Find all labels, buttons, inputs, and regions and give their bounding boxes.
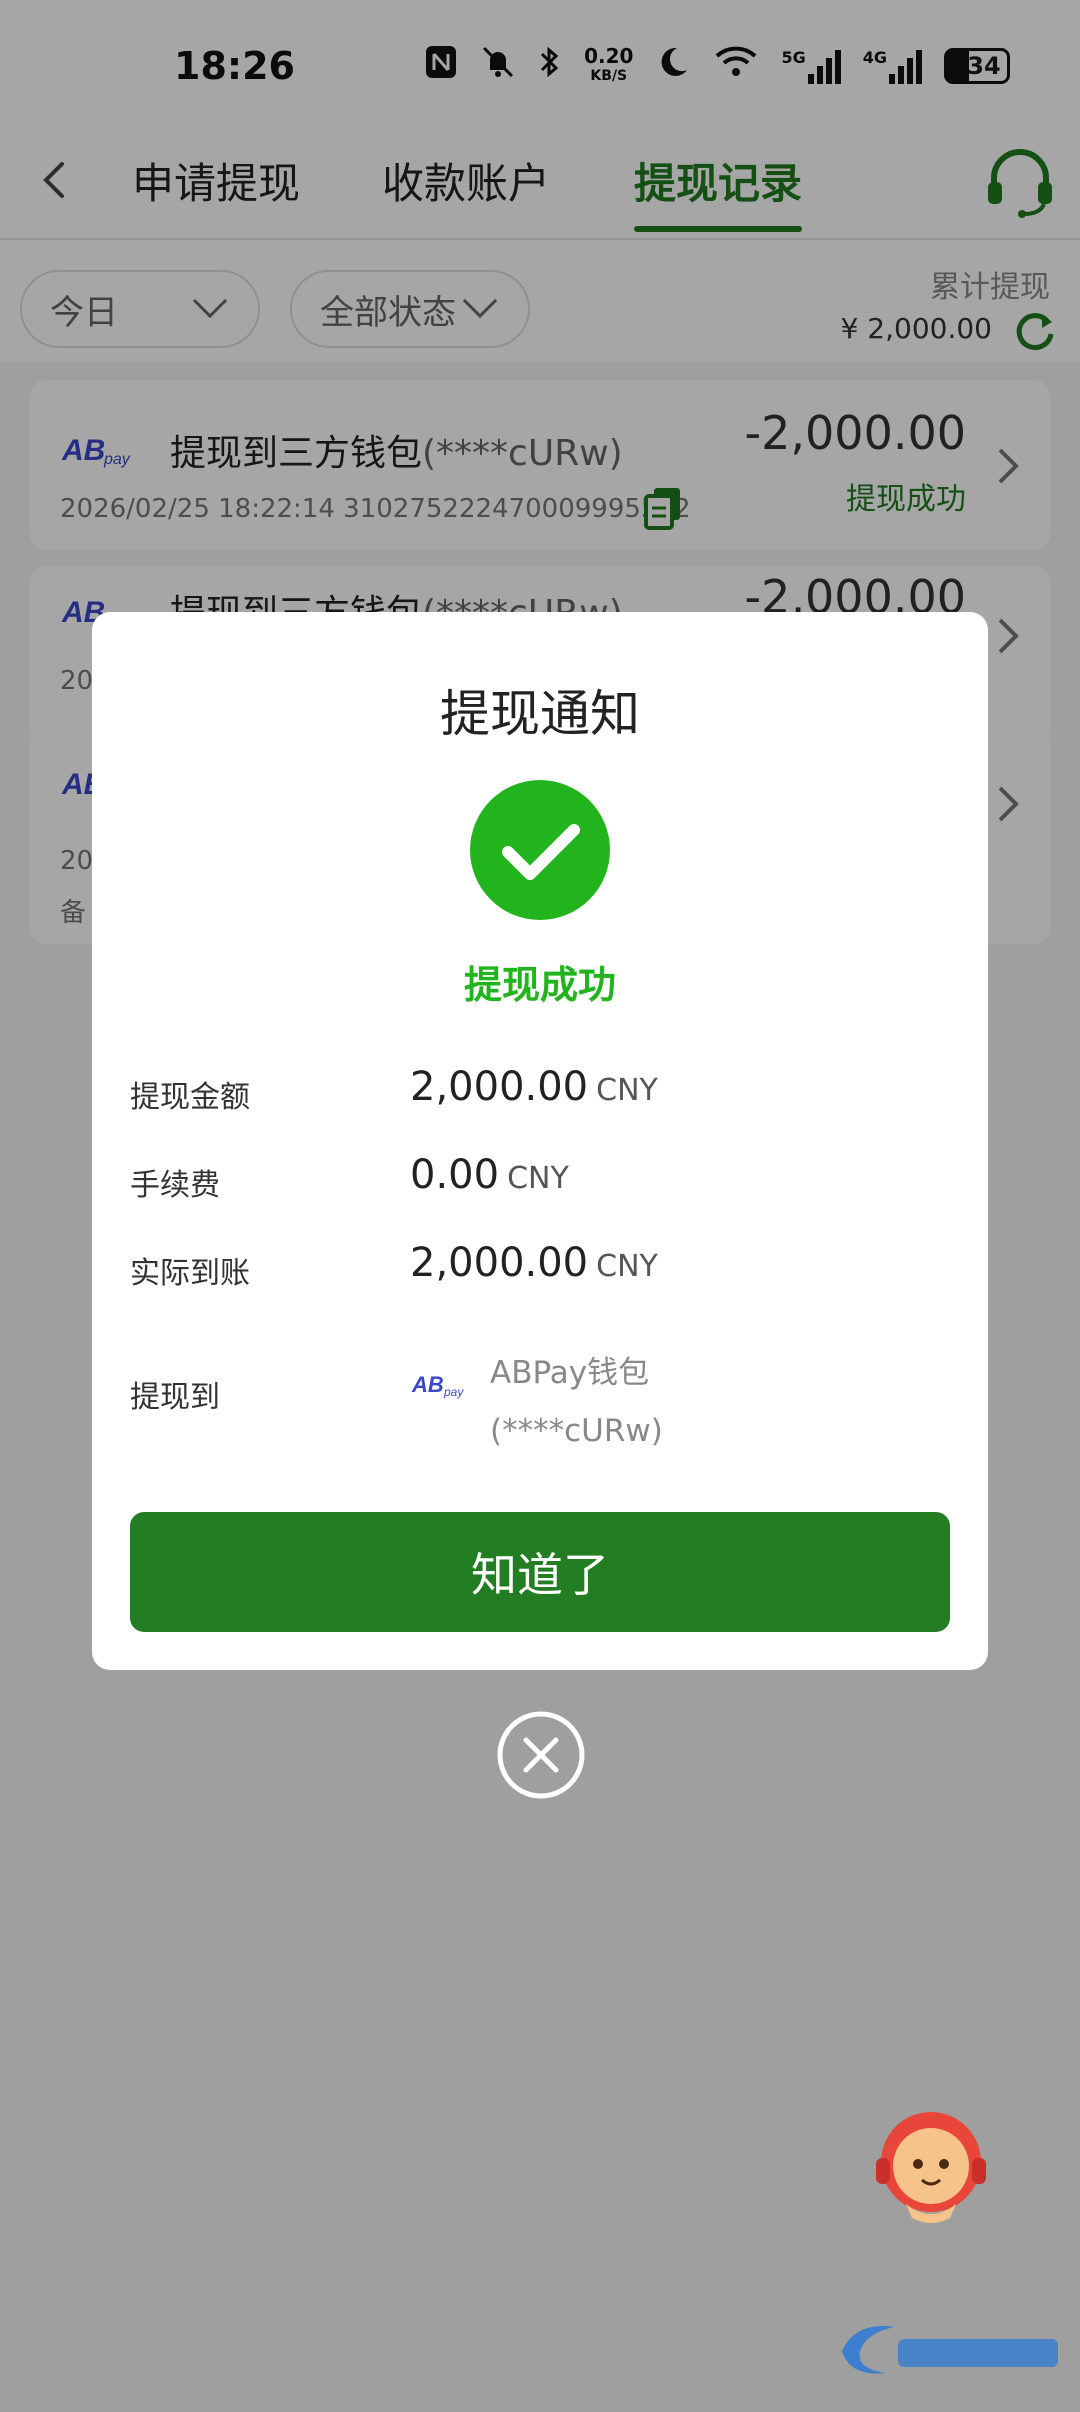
abpay-logo-icon: AB pay xyxy=(411,1372,464,1399)
amount-number: 2,000.00 xyxy=(410,1064,589,1110)
svg-text:AB: AB xyxy=(411,1372,444,1397)
received-label: 实际到账 xyxy=(130,1256,250,1291)
check-circle-icon xyxy=(470,780,610,920)
watermark-logo xyxy=(842,2326,1058,2374)
destination-wallet-name: ABPay钱包 xyxy=(490,1355,650,1391)
destination-wallet: ABPay钱包 (****cURw) xyxy=(490,1344,663,1460)
battery-level: 34 xyxy=(967,52,1001,80)
fee-value: 0.00 CNY xyxy=(410,1152,569,1198)
amount-unit: CNY xyxy=(596,1073,658,1108)
received-value: 2,000.00 CNY xyxy=(410,1240,658,1286)
fee-number: 0.00 xyxy=(410,1152,500,1198)
got-it-button[interactable]: 知道了 xyxy=(130,1512,950,1632)
destination-wallet-account: (****cURw) xyxy=(490,1413,663,1449)
support-mascot-icon[interactable] xyxy=(866,2100,996,2230)
fee-label: 手续费 xyxy=(130,1168,220,1203)
destination-label: 提现到 xyxy=(130,1380,220,1415)
fee-unit: CNY xyxy=(507,1161,569,1196)
close-icon[interactable] xyxy=(496,1710,586,1800)
received-unit: CNY xyxy=(596,1249,658,1284)
svg-text:pay: pay xyxy=(443,1385,464,1399)
amount-value: 2,000.00 CNY xyxy=(410,1064,658,1110)
amount-label: 提现金额 xyxy=(130,1080,250,1115)
received-number: 2,000.00 xyxy=(410,1240,589,1286)
dialog-title: 提现通知 xyxy=(440,685,640,743)
dialog-status: 提现成功 xyxy=(463,963,616,1007)
withdraw-notice-dialog: 提现通知 提现成功 提现金额 2,000.00 CNY 手续费 0.00 CNY 实… xyxy=(92,612,988,1670)
